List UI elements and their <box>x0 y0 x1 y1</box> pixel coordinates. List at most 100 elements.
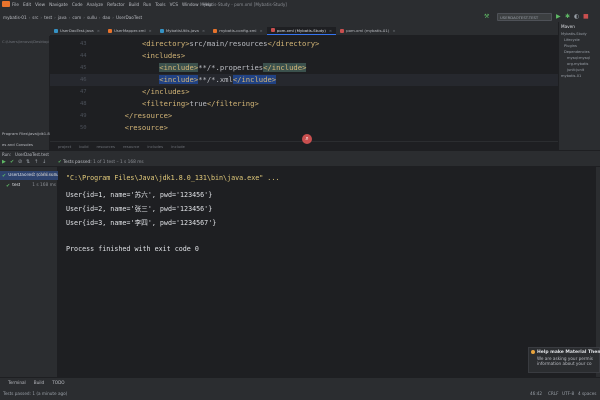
tab-usermapper[interactable]: UserMapper.xml × <box>104 27 156 35</box>
line-number: 45 <box>80 65 87 71</box>
window-title: Mybatis-Study - pom.xml [Mybatis-Study] <box>200 1 287 7</box>
crumb-separator: › <box>112 14 114 20</box>
menu-analyze[interactable]: Analyze <box>87 2 104 7</box>
xml-file-icon <box>107 28 112 33</box>
build-hammer-icon[interactable]: ⚒ <box>484 13 489 21</box>
menu-edit[interactable]: Edit <box>23 2 31 7</box>
menu-refactor[interactable]: Refactor <box>107 2 125 7</box>
crumb-separator: › <box>68 14 71 20</box>
previous-icon[interactable]: ↑ <box>34 159 38 165</box>
code-line[interactable]: 50 <resource> <box>50 122 558 134</box>
line-number: 48 <box>80 101 87 107</box>
tab-userdaotest[interactable]: UserDaoTest.java × <box>50 27 104 35</box>
menu-vcs[interactable]: VCS <box>170 2 178 7</box>
tab-mybatis-config[interactable]: mybatis-config.xml × <box>209 27 267 35</box>
crumb-java[interactable]: java <box>58 15 67 20</box>
xml-crumb-include[interactable]: include <box>171 144 185 149</box>
code-line[interactable]: 44 <includes> <box>50 50 558 62</box>
indent-setting[interactable]: 4 spaces <box>578 391 596 396</box>
console-line: "C:\Program Files\Java\jdk1.8.0_131\bin\… <box>66 174 280 182</box>
caret-position[interactable]: 46:42 <box>530 391 542 396</box>
close-icon[interactable]: × <box>329 28 332 33</box>
menu-build[interactable]: Build <box>129 2 140 7</box>
code-line[interactable]: 45 <include>**/*.properties</include> <box>50 62 558 74</box>
test-method-row[interactable]: ✔ test 1 s 168 ms <box>0 181 58 190</box>
info-icon <box>531 350 535 354</box>
debug-icon[interactable]: ✱ <box>565 13 570 21</box>
code-line[interactable]: 47 </includes> <box>50 86 558 98</box>
status-message[interactable]: Tests passed: 1 (a minute ago) <box>3 391 67 396</box>
crumb-test[interactable]: test <box>44 15 52 20</box>
ignored-filter-icon[interactable]: ⊘ <box>18 159 22 165</box>
code-line[interactable]: 43 <directory>src/main/resources</direct… <box>50 38 558 50</box>
project-scratches-item[interactable]: es and Consoles <box>0 142 33 147</box>
console-output[interactable]: "C:\Program Files\Java\jdk1.8.0_131\bin\… <box>58 167 596 377</box>
notification-popup[interactable]: Help make Material Theme We are asking y… <box>528 347 600 373</box>
crumb-module[interactable]: mybatis-01 <box>3 15 27 20</box>
maven-item[interactable]: mybatis-01 <box>559 73 600 79</box>
menu-code[interactable]: Code <box>72 2 83 7</box>
code-line[interactable]: 49 </resource> <box>50 110 558 122</box>
tab-pom-parent[interactable]: pom.xml (Mybatis-Study) × <box>266 27 337 35</box>
tab-pom-module[interactable]: pom.xml (mybatis-01) × <box>336 27 400 35</box>
menu-tools[interactable]: Tools <box>155 2 165 7</box>
file-encoding[interactable]: UTF-8 <box>562 391 574 396</box>
close-icon[interactable]: × <box>149 28 152 33</box>
maven-title: Maven <box>561 24 575 29</box>
maven-pom-icon <box>340 28 345 33</box>
menu-run[interactable]: Run <box>143 2 151 7</box>
line-separator[interactable]: CRLF <box>548 391 559 396</box>
run-tool-header: Run: UserDaoTest.test <box>0 150 600 158</box>
crumb-src[interactable]: src <box>32 15 38 20</box>
tab-mybatisutils[interactable]: MybatisUtils.java × <box>156 27 209 35</box>
run-tab[interactable]: UserDaoTest.test <box>15 152 49 157</box>
menu-view[interactable]: View <box>35 2 45 7</box>
code-editor[interactable]: 43 <directory>src/main/resources</direct… <box>50 36 558 141</box>
search-everywhere-icon[interactable]: ⌕ <box>302 134 312 144</box>
java-class-icon <box>159 28 164 33</box>
code-line[interactable]: 48 <filtering>true</filtering> <box>50 98 558 110</box>
crumb-sullu[interactable]: sullu <box>87 15 97 20</box>
build-tool-button[interactable]: Build <box>34 380 45 385</box>
coverage-icon[interactable]: ◐ <box>574 13 579 21</box>
editor-tabs: UserDaoTest.java × UserMapper.xml × Mybati… <box>50 27 558 36</box>
menu-navigate[interactable]: Navigate <box>49 2 68 7</box>
run-label: Run: <box>2 152 12 157</box>
line-number: 49 <box>80 113 87 119</box>
crumb-separator: › <box>54 14 56 20</box>
crumb-com[interactable]: com <box>72 15 81 20</box>
crumb-dao[interactable]: dao <box>102 15 110 20</box>
stop-icon[interactable]: ■ <box>583 13 589 21</box>
bottom-tool-bar: Terminal Build TODO <box>0 377 600 386</box>
todo-tool-button[interactable]: TODO <box>52 380 64 385</box>
passed-filter-icon[interactable]: ✔ <box>10 159 14 165</box>
close-icon[interactable]: × <box>202 28 205 33</box>
java-class-icon <box>54 28 58 33</box>
next-icon[interactable]: ↓ <box>42 159 46 165</box>
rerun-icon[interactable]: ▶ <box>2 159 6 165</box>
xml-crumb-project[interactable]: project <box>58 144 71 149</box>
project-jdk-item[interactable]: Program Files\Java\jdk1.8 <box>0 131 50 136</box>
menu-window[interactable]: Window <box>182 2 199 7</box>
close-icon[interactable]: × <box>97 28 100 33</box>
sort-icon[interactable]: ⇅ <box>26 159 30 165</box>
check-icon: ✔ <box>2 172 7 179</box>
run-config-dropdown[interactable]: USERDAOTEST.TEST <box>497 13 552 21</box>
close-icon[interactable]: × <box>392 28 395 33</box>
menu-file[interactable]: File <box>12 2 19 7</box>
maven-pom-icon <box>270 28 275 32</box>
project-pane: C:\Users\lenovo\Desktop\Mybatis-Study\ P… <box>0 36 50 150</box>
run-icon[interactable]: ▶ <box>556 13 561 21</box>
crumb-class[interactable]: UserDaoTest <box>116 15 142 20</box>
xml-crumb-resource[interactable]: resource <box>123 144 139 149</box>
notification-title: Help make Material Theme <box>537 350 600 355</box>
notification-text: information about your co <box>537 361 592 366</box>
xml-crumb-includes[interactable]: includes <box>147 144 163 149</box>
test-suite-row[interactable]: ✔ UserDaoTest (com.sullu.dao) 1 s 168 ms <box>0 171 58 180</box>
code-line-current[interactable]: 46 <include>**/*.xml</include> <box>50 74 558 86</box>
close-icon[interactable]: × <box>260 28 263 33</box>
xml-crumb-build[interactable]: build <box>79 144 88 149</box>
xml-crumb-resources[interactable]: resources <box>97 144 115 149</box>
terminal-tool-button[interactable]: Terminal <box>8 380 26 385</box>
console-line: User{id=1, name='苏六', pwd='123456'} <box>66 191 213 199</box>
